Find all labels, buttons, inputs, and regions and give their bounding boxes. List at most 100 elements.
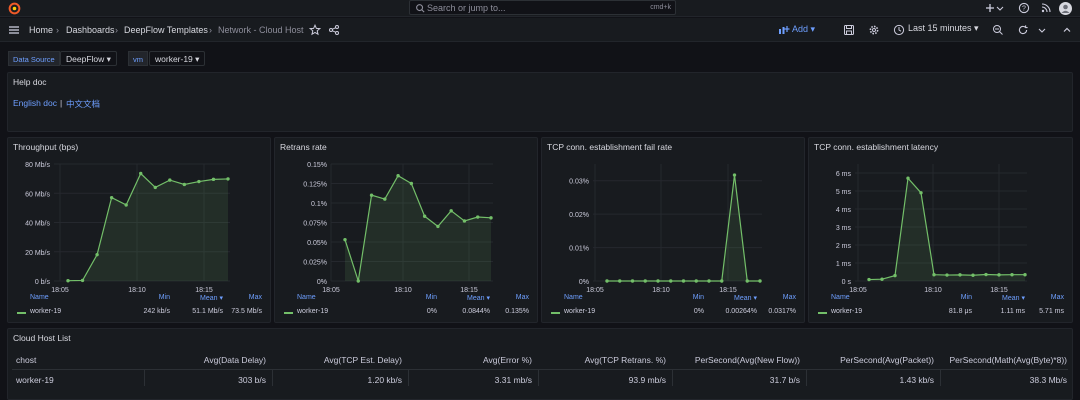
legend-header-mean[interactable]: Mean ▾ xyxy=(734,294,757,302)
legend-series-name[interactable]: worker-19 xyxy=(831,308,862,315)
data-point[interactable] xyxy=(168,178,172,182)
data-point[interactable] xyxy=(880,277,884,281)
zoom-out-icon[interactable] xyxy=(992,24,1004,36)
data-point[interactable] xyxy=(139,171,143,176)
english-doc-link[interactable]: English doc xyxy=(13,98,57,108)
data-point[interactable] xyxy=(226,177,230,181)
data-point[interactable] xyxy=(758,279,762,283)
data-point[interactable] xyxy=(669,279,673,283)
table-header-packet[interactable]: PerSecond(Avg(Packet)) xyxy=(840,355,934,365)
data-point[interactable] xyxy=(643,279,647,283)
data-point[interactable] xyxy=(95,252,99,257)
table-header-chost[interactable]: chost xyxy=(16,355,36,365)
chevron-down-icon[interactable] xyxy=(996,2,1004,14)
add-panel-icon[interactable] xyxy=(778,24,790,36)
data-point[interactable] xyxy=(489,216,493,220)
data-point[interactable] xyxy=(984,272,988,277)
add-button[interactable]: Add ▾ xyxy=(792,24,815,35)
data-point[interactable] xyxy=(383,197,387,201)
data-point[interactable] xyxy=(436,224,440,229)
legend-series-name[interactable]: worker-19 xyxy=(564,308,595,315)
table-header-new-flow[interactable]: PerSecond(Avg(New Flow)) xyxy=(695,355,800,365)
data-point[interactable] xyxy=(80,278,85,283)
data-point[interactable] xyxy=(720,279,724,283)
legend-header-max[interactable]: Max xyxy=(1051,294,1064,301)
save-icon[interactable] xyxy=(843,24,855,36)
plus-icon[interactable] xyxy=(984,2,996,14)
legend-header-min[interactable]: Min xyxy=(159,294,170,301)
data-point[interactable] xyxy=(476,215,480,219)
legend-header-min[interactable]: Min xyxy=(693,294,704,301)
data-point[interactable] xyxy=(1023,273,1027,277)
data-point[interactable] xyxy=(958,273,962,277)
data-point[interactable] xyxy=(449,209,453,213)
rss-icon[interactable] xyxy=(1040,2,1052,14)
chinese-doc-link[interactable]: 中文文档 xyxy=(66,98,100,110)
star-icon[interactable] xyxy=(309,24,321,36)
data-point[interactable] xyxy=(356,279,360,283)
chevron-up-icon[interactable] xyxy=(1061,24,1073,36)
tcp-latency-panel[interactable]: TCP conn. establishment latency 0 s1 ms 2 … xyxy=(808,137,1073,323)
variable-select-datasource[interactable]: DeepFlow ▾ xyxy=(60,51,117,66)
legend-header-max[interactable]: Max xyxy=(516,294,529,301)
data-point[interactable] xyxy=(409,181,414,186)
data-point[interactable] xyxy=(919,191,923,195)
data-point[interactable] xyxy=(732,173,737,177)
data-point[interactable] xyxy=(867,277,871,282)
breadcrumb-dashboards[interactable]: Dashboards xyxy=(66,25,115,35)
table-header-data-delay[interactable]: Avg(Data Delay) xyxy=(204,355,266,365)
grafana-logo-icon[interactable] xyxy=(8,2,21,15)
retrans-rate-panel[interactable]: Retrans rate 0% 0.025% 0.05% 0.075% 0.1% 0.125… xyxy=(274,137,538,323)
data-point[interactable] xyxy=(707,279,711,283)
data-point[interactable] xyxy=(893,273,897,278)
data-point[interactable] xyxy=(396,174,400,178)
data-point[interactable] xyxy=(197,179,201,184)
data-point[interactable] xyxy=(745,279,749,283)
data-point[interactable] xyxy=(422,214,427,218)
throughput-panel[interactable]: Throughput (bps) 0 b/s 20 Mb/s 40 Mb/s 60 Mb… xyxy=(7,137,271,323)
legend-series-name[interactable]: worker-19 xyxy=(30,308,61,315)
menu-icon[interactable] xyxy=(8,24,20,36)
legend-header-max[interactable]: Max xyxy=(783,294,796,301)
time-range-picker[interactable]: Last 15 minutes ▾ xyxy=(908,23,979,34)
data-point[interactable] xyxy=(109,195,114,200)
table-header-tcp-est-delay[interactable]: Avg(TCP Est. Delay) xyxy=(324,355,402,365)
help-icon[interactable]: ? xyxy=(1018,2,1030,14)
legend-header-min[interactable]: Min xyxy=(426,294,437,301)
data-point[interactable] xyxy=(153,185,157,190)
data-point[interactable] xyxy=(369,193,374,197)
chevron-down-icon[interactable] xyxy=(1038,24,1046,36)
data-point[interactable] xyxy=(462,219,467,223)
data-point[interactable] xyxy=(182,182,187,187)
data-point[interactable] xyxy=(124,203,128,207)
data-point[interactable] xyxy=(618,279,622,283)
settings-gear-icon[interactable] xyxy=(868,24,880,36)
breadcrumb-folder[interactable]: DeepFlow Templates xyxy=(124,25,208,35)
data-point[interactable] xyxy=(997,273,1001,277)
legend-header-max[interactable]: Max xyxy=(249,294,262,301)
data-point[interactable] xyxy=(694,279,698,283)
data-point[interactable] xyxy=(630,279,635,283)
data-point[interactable] xyxy=(656,279,660,283)
table-header-tcp-retrans[interactable]: Avg(TCP Retrans. %) xyxy=(585,355,666,365)
breadcrumb-home[interactable]: Home xyxy=(29,25,53,35)
data-point[interactable] xyxy=(971,273,975,277)
data-point[interactable] xyxy=(343,237,347,242)
table-header-error[interactable]: Avg(Error %) xyxy=(483,355,532,365)
variable-select-vm[interactable]: worker-19 ▾ xyxy=(149,51,206,66)
legend-series-name[interactable]: worker-19 xyxy=(297,308,328,315)
data-point[interactable] xyxy=(945,273,949,277)
legend-header-mean[interactable]: Mean ▾ xyxy=(1002,294,1025,302)
search-input[interactable]: Search or jump to... cmd+k xyxy=(409,0,676,15)
data-point[interactable] xyxy=(211,177,216,182)
legend-header-min[interactable]: Min xyxy=(961,294,972,301)
clock-icon[interactable] xyxy=(893,24,905,36)
data-point[interactable] xyxy=(1010,273,1014,277)
data-point[interactable] xyxy=(906,176,910,180)
data-point[interactable] xyxy=(681,279,686,283)
legend-header-mean[interactable]: Mean ▾ xyxy=(467,294,490,302)
user-avatar-icon[interactable] xyxy=(1059,2,1072,15)
share-icon[interactable] xyxy=(328,24,340,36)
table-header-byte[interactable]: PerSecond(Math(Avg(Byte)*8)) xyxy=(950,355,1067,365)
data-point[interactable] xyxy=(932,273,936,277)
